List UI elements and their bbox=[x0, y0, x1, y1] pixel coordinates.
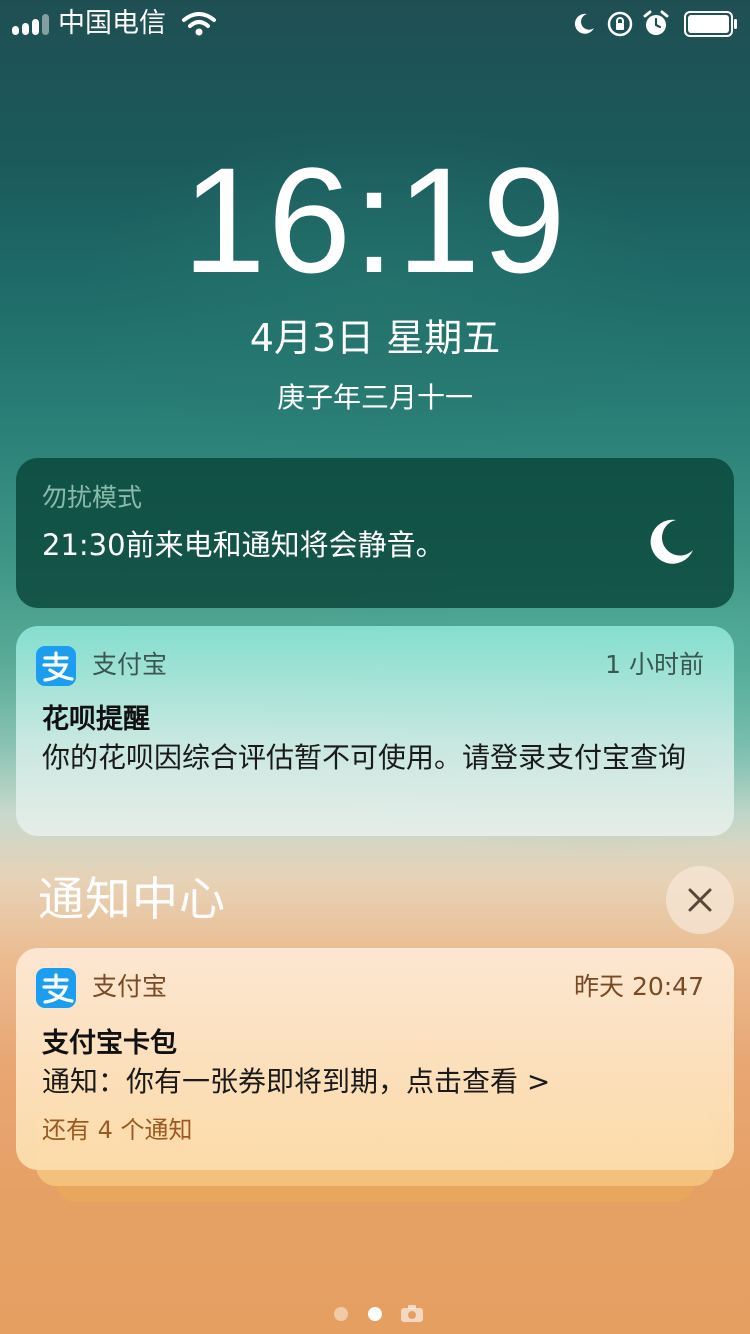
more-notifications-count[interactable]: 还有 4 个通知 bbox=[42, 1114, 193, 1146]
wifi-icon bbox=[182, 12, 216, 36]
notification-card[interactable]: 支付宝 1 小时前 花呗提醒 你的花呗因综合评估暂不可使用。请登录支付宝查询 bbox=[16, 626, 734, 836]
camera-icon[interactable] bbox=[400, 1303, 424, 1323]
orientation-lock-icon bbox=[607, 11, 633, 37]
notification-body: 你的花呗因综合评估暂不可使用。请登录支付宝查询 bbox=[42, 741, 687, 774]
signal-icon bbox=[12, 14, 49, 35]
clear-notifications-button[interactable] bbox=[666, 866, 734, 934]
dnd-message: 21:30前来电和通知将会静音。 bbox=[42, 528, 445, 562]
lunar-date: 庚子年三月十一 bbox=[276, 381, 473, 414]
alipay-icon bbox=[36, 646, 76, 686]
notification-time: 1 小时前 bbox=[605, 650, 704, 679]
page-indicator bbox=[0, 1300, 750, 1328]
notification-time: 昨天 20:47 bbox=[574, 972, 704, 1001]
battery-icon bbox=[684, 11, 737, 37]
grouped-notification-card[interactable]: 支付宝 昨天 20:47 支付宝卡包 通知：你有一张券即将到期，点击查看 > 还… bbox=[16, 948, 734, 1170]
notification-title: 支付宝卡包 bbox=[42, 1028, 177, 1059]
notification-app-name: 支付宝 bbox=[92, 972, 168, 1001]
notification-title: 花呗提醒 bbox=[42, 704, 150, 735]
carrier-name: 中国电信 bbox=[58, 8, 166, 39]
do-not-disturb-card[interactable]: 勿扰模式 21:30前来电和通知将会静音。 bbox=[16, 458, 734, 608]
close-icon bbox=[688, 888, 712, 912]
status-bar: 中国电信 bbox=[0, 0, 750, 48]
lock-screen-time: 16:19 bbox=[182, 136, 568, 304]
dnd-title: 勿扰模式 bbox=[42, 483, 143, 512]
page-dot[interactable] bbox=[334, 1307, 348, 1321]
notification-body: 通知：你有一张券即将到期，点击查看 > bbox=[42, 1065, 551, 1098]
notification-center-title: 通知中心 bbox=[38, 872, 226, 926]
alipay-icon bbox=[36, 968, 76, 1008]
page-dot-current[interactable] bbox=[368, 1307, 382, 1321]
lock-screen-date: 4月3日 星期五 bbox=[249, 316, 501, 360]
moon-icon bbox=[650, 519, 693, 564]
alarm-icon bbox=[643, 10, 669, 35]
notification-app-name: 支付宝 bbox=[92, 650, 168, 679]
moon-icon bbox=[574, 13, 594, 34]
